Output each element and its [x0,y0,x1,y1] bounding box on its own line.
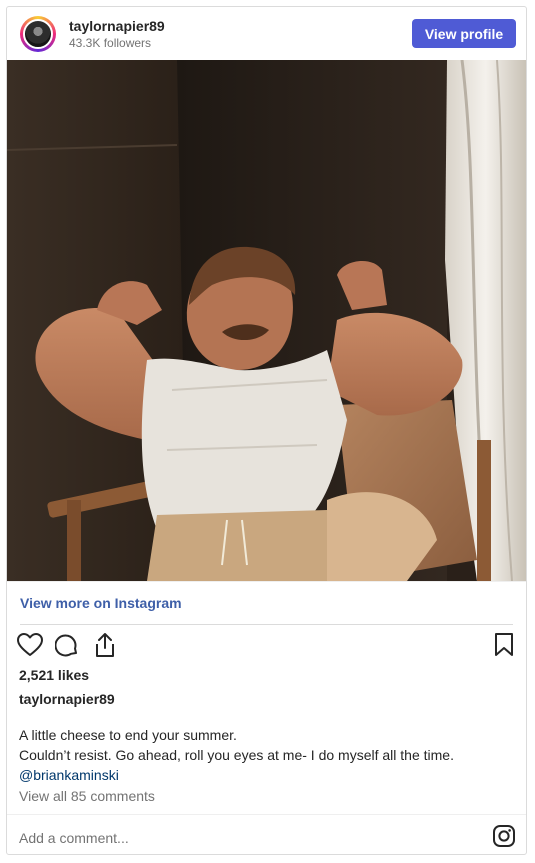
view-more-link[interactable]: View more on Instagram [20,595,182,611]
instagram-embed-card: taylornapier89 43.3K followers View prof… [6,6,527,855]
bookmark-icon[interactable] [494,633,514,662]
caption-line: A little cheese to end your summer. [19,727,237,743]
view-comments-link[interactable]: View all 85 comments [19,788,155,804]
caption-username[interactable]: taylornapier89 [19,691,115,707]
view-profile-button[interactable]: View profile [412,19,516,48]
share-icon[interactable] [93,632,117,663]
post-photo[interactable] [7,60,526,581]
heart-icon[interactable] [17,633,43,662]
mention-link[interactable]: @briankaminski [19,765,519,785]
caption-line: Couldn’t resist. Go ahead, roll you eyes… [19,747,454,763]
add-comment-field[interactable]: Add a comment... [19,830,129,846]
divider [20,624,513,625]
avatar[interactable] [20,16,56,52]
like-count[interactable]: 2,521 likes [19,667,89,683]
username[interactable]: taylornapier89 [69,18,165,34]
post-header: taylornapier89 43.3K followers View prof… [7,7,526,60]
divider [7,581,526,582]
caption: A little cheese to end your summer. Coul… [19,725,519,785]
comment-icon[interactable] [54,633,79,662]
avatar-image [23,19,53,49]
instagram-icon[interactable] [492,824,516,853]
action-bar [17,631,517,659]
post-photo-illustration [7,60,526,581]
follower-count: 43.3K followers [69,36,152,50]
divider [7,814,526,815]
